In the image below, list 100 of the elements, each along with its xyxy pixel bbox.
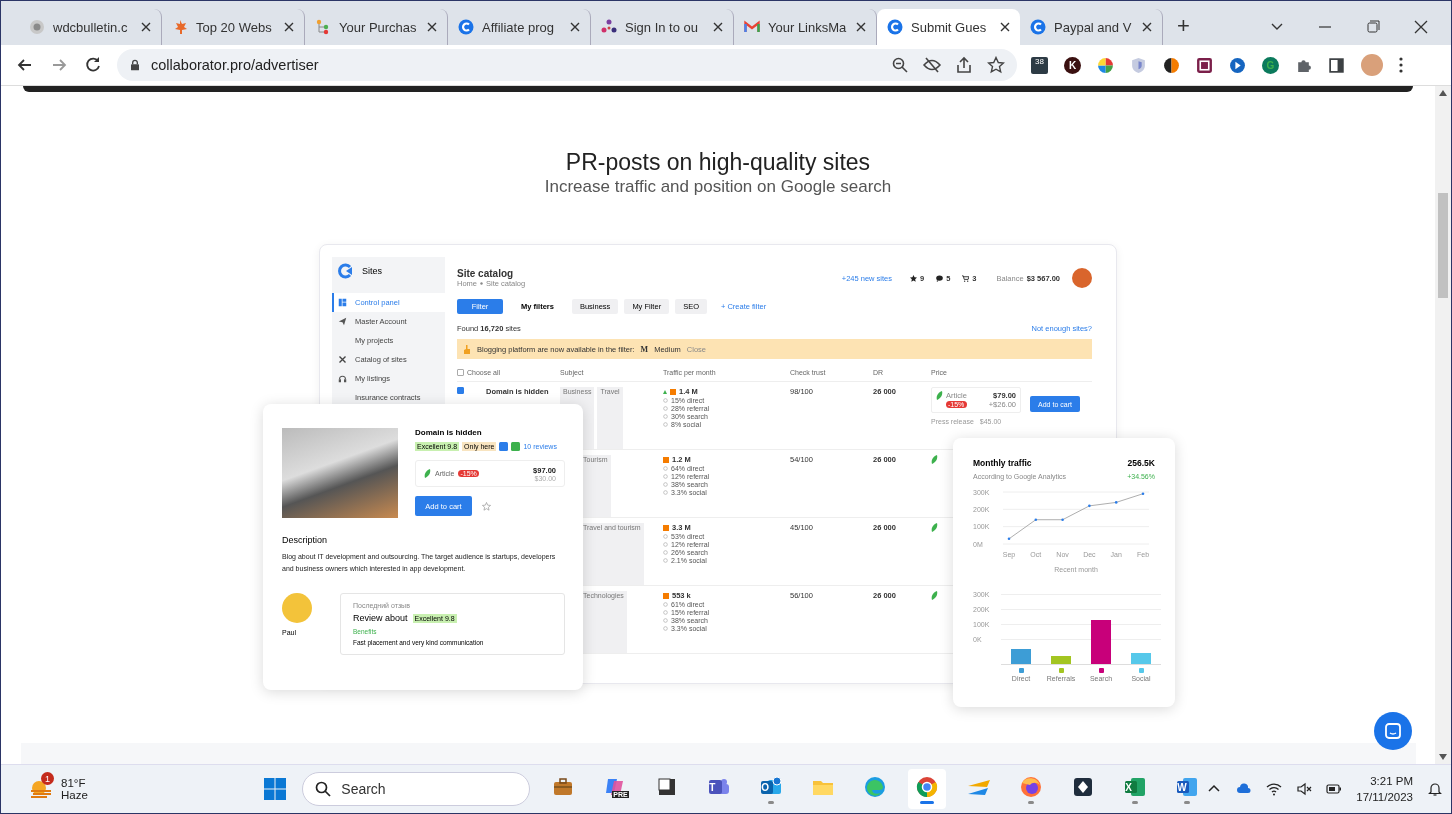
page-heading: PR-posts on high-quality sites xyxy=(565,148,871,176)
separator-dot-icon xyxy=(480,282,483,285)
menu-icon[interactable] xyxy=(1399,57,1403,73)
trend-up-icon xyxy=(663,389,667,394)
browser-tab[interactable]: Top 20 Webs xyxy=(162,9,305,45)
user-avatar[interactable] xyxy=(1072,268,1092,288)
tree-icon xyxy=(315,19,331,35)
app-icon-label: W xyxy=(1177,782,1187,793)
traffic-icon xyxy=(670,388,676,395)
source-icon xyxy=(1058,668,1064,673)
battery-icon[interactable] xyxy=(1326,781,1343,797)
traffic-icon xyxy=(663,456,669,463)
taskbar-app[interactable]: W xyxy=(1168,769,1207,809)
browser-tab[interactable]: Paypal and V xyxy=(1020,9,1163,45)
source-icon xyxy=(1098,668,1104,673)
play-icon[interactable] xyxy=(1229,56,1246,74)
clock-time[interactable]: 3:21 PM xyxy=(1370,773,1413,789)
leaf-icon xyxy=(931,591,938,600)
cart-icon[interactable] xyxy=(962,274,970,282)
zoom-out-icon[interactable] xyxy=(891,56,909,74)
lightning-icon xyxy=(499,442,509,451)
browser-tab[interactable]: Sign In to ou xyxy=(591,9,734,45)
new-tab-button[interactable]: + xyxy=(1177,13,1190,39)
speaker-muted-icon[interactable] xyxy=(1296,781,1313,797)
traffic-title: Monthly traffic xyxy=(973,458,1032,468)
choose-all-checkbox[interactable] xyxy=(457,368,464,376)
data-point xyxy=(1141,492,1145,496)
briefcase-icon xyxy=(511,442,521,451)
scroll-up-icon[interactable] xyxy=(1439,90,1447,96)
chat-button[interactable] xyxy=(1374,712,1412,750)
page-subheading: Increase traffic and position on Google search xyxy=(544,176,892,198)
edge-app-icon xyxy=(863,774,888,799)
taskbar-app[interactable]: O xyxy=(752,769,791,809)
chat-icon[interactable] xyxy=(936,274,944,282)
notification-bell-icon[interactable] xyxy=(1427,781,1443,797)
leaf-icon xyxy=(424,469,431,478)
c-logo-icon xyxy=(887,19,903,35)
paper-plane-icon xyxy=(338,317,347,326)
envelope-m-icon xyxy=(744,19,760,35)
close-icon[interactable] xyxy=(856,22,866,32)
c-logo-icon xyxy=(458,19,474,35)
traffic-total: 256.5K xyxy=(1127,458,1155,468)
data-point xyxy=(1061,518,1064,522)
close-icon[interactable] xyxy=(427,22,437,32)
source-icon xyxy=(1018,668,1024,673)
site-title: Domain is hidden xyxy=(415,428,483,437)
wifi-icon[interactable] xyxy=(1266,781,1283,797)
close-icon[interactable] xyxy=(284,22,294,32)
sidebar-title: Sites xyxy=(362,266,382,276)
dashboard-icon xyxy=(338,298,347,307)
logo-icon xyxy=(338,263,354,279)
source-icon xyxy=(1138,668,1144,673)
taskbar-app[interactable]: T xyxy=(700,769,739,809)
browser-tab[interactable]: Affiliate prog xyxy=(448,9,591,45)
close-icon[interactable] xyxy=(1142,22,1152,32)
dots-icon xyxy=(601,19,617,35)
star-icon[interactable] xyxy=(482,501,491,511)
data-point xyxy=(1114,501,1118,504)
search-field[interactable]: Search xyxy=(302,772,531,806)
scroll-down-icon[interactable] xyxy=(1439,754,1447,760)
scrollbar-thumb[interactable] xyxy=(1438,193,1448,298)
frame-icon[interactable] xyxy=(1196,56,1213,74)
data-point xyxy=(1088,504,1091,508)
close-icon[interactable] xyxy=(141,22,151,32)
chrome-app-icon xyxy=(915,774,940,799)
eye-slash-icon[interactable] xyxy=(923,56,941,74)
windows-start-icon[interactable] xyxy=(262,776,289,802)
traffic-icon xyxy=(663,524,669,531)
letter-extension-icon[interactable]: K xyxy=(1064,56,1081,74)
shield-icon[interactable] xyxy=(1130,56,1147,74)
color-wheel-icon[interactable] xyxy=(1097,56,1114,74)
weather-haze-icon[interactable] xyxy=(29,778,53,800)
side-panel-icon[interactable] xyxy=(1328,56,1345,74)
clock-date[interactable]: 17/11/2023 xyxy=(1356,789,1413,805)
avatar-circle xyxy=(282,593,312,623)
close-icon[interactable] xyxy=(713,22,723,32)
share-icon[interactable] xyxy=(955,56,973,74)
app-icon-label: T xyxy=(709,782,716,793)
catalog-title: Site catalog xyxy=(457,268,515,279)
firefox-app-icon xyxy=(1019,774,1044,799)
browser-tab[interactable]: Your Purchas xyxy=(305,9,448,45)
address-bar[interactable]: collaborator.pro/advertiser xyxy=(117,49,1017,81)
c-logo-icon xyxy=(1030,19,1046,35)
close-icon[interactable] xyxy=(1000,22,1010,32)
half-circles-icon[interactable] xyxy=(1163,56,1180,74)
taskbar-app[interactable]: X xyxy=(1116,769,1155,809)
review-title: Review about xyxy=(353,613,408,623)
data-point xyxy=(1034,518,1038,522)
hand-icon xyxy=(463,344,471,354)
app-icon-label: X xyxy=(1125,782,1132,793)
row-checkbox[interactable] xyxy=(457,387,464,394)
leaf-icon xyxy=(936,391,943,400)
star-icon[interactable] xyxy=(987,56,1005,74)
leaf-icon xyxy=(931,455,938,464)
browser-tab[interactable]: Submit Gues xyxy=(877,9,1020,45)
close-icon[interactable] xyxy=(570,22,580,32)
extension-badge-icon[interactable]: 38 xyxy=(1031,56,1048,74)
data-point xyxy=(1007,537,1011,541)
star-icon[interactable] xyxy=(910,274,917,282)
browser-tab[interactable]: wdcbulletin.c xyxy=(19,9,162,45)
